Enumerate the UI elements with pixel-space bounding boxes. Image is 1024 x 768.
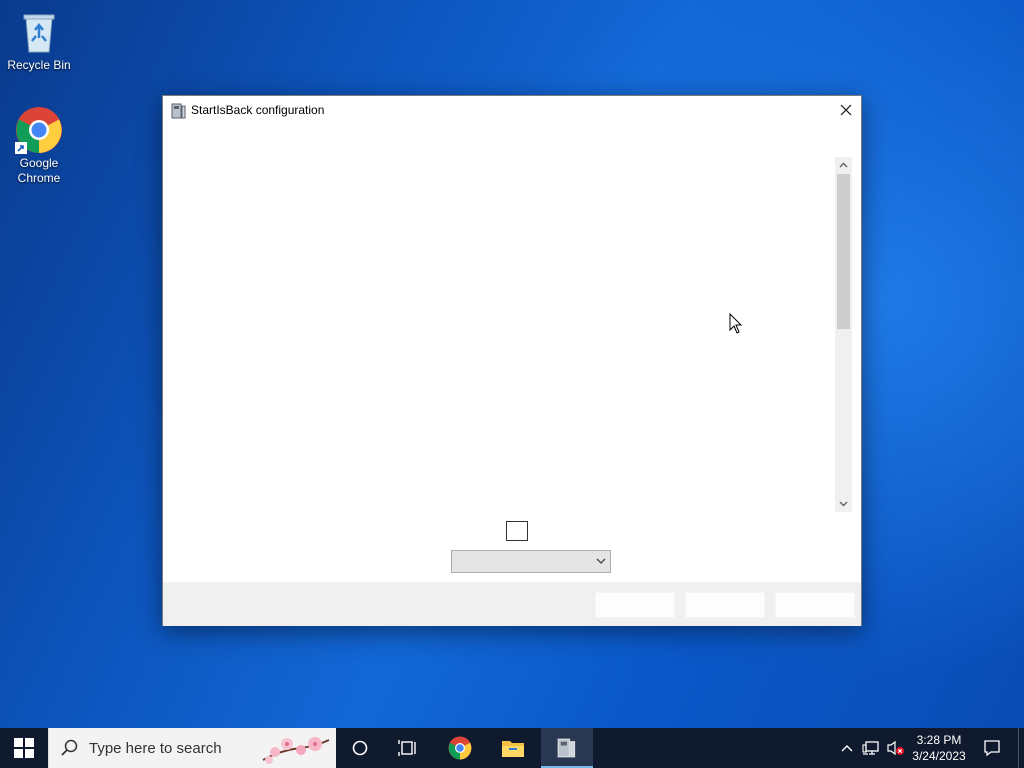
taskbar-startisback-config[interactable] [541,728,593,768]
windows-logo-icon [14,738,34,758]
scroll-down-button[interactable] [835,496,852,512]
scrollbar-thumb[interactable] [837,174,850,329]
chevron-up-icon [841,745,853,752]
task-view-icon [398,740,416,756]
tray-network[interactable] [860,728,882,768]
show-desktop-button[interactable] [1018,728,1024,768]
tray-volume[interactable] [884,728,906,768]
cortana-icon [352,740,368,756]
cherry-blossom-icon [262,737,330,764]
chevron-down-icon [596,558,606,564]
recycle-bin-icon [15,8,63,56]
window-titlebar[interactable]: StartIsBack configuration [163,96,861,126]
cortana-button[interactable] [336,728,384,768]
startisback-config-window: StartIsBack configuration [162,95,862,626]
search-placeholder: Type here to search [89,740,222,757]
dropdown-select[interactable] [451,550,611,573]
file-explorer-icon [502,741,524,757]
desktop-icon-google-chrome[interactable]: Google Chrome [1,106,77,186]
close-button[interactable] [831,96,861,124]
window-footer [163,582,861,626]
footer-button-3[interactable] [775,592,855,618]
clock-date: 3/24/2023 [912,749,966,763]
start-button[interactable] [0,728,48,768]
chrome-icon [448,736,472,760]
window-title: StartIsBack configuration [191,103,325,117]
volume-muted-icon [887,740,904,756]
scroll-up-button[interactable] [835,157,852,173]
desktop-icon-label: Recycle Bin [7,58,71,72]
tray-clock[interactable]: 3:28 PM 3/24/2023 [908,728,970,768]
footer-button-1[interactable] [595,592,675,618]
checkbox[interactable] [506,521,528,541]
desktop-icon-label: Google Chrome [17,156,61,185]
taskbar-file-explorer[interactable] [489,728,537,768]
network-icon [862,741,879,755]
startisback-config-icon [557,738,576,758]
task-view-button[interactable] [384,728,432,768]
taskbar: Type here to search 3:28 PM 3/24/2023 [0,728,1024,768]
app-icon [171,103,187,119]
notification-icon [984,740,1000,757]
chevron-down-icon [839,501,848,507]
clock-time: 3:28 PM [916,733,962,747]
shortcut-arrow-icon [15,142,27,154]
tray-overflow-button[interactable] [836,728,858,768]
chrome-icon [15,106,63,154]
close-icon [840,104,852,116]
vertical-scrollbar[interactable] [835,157,852,512]
taskbar-search-box[interactable]: Type here to search [48,728,336,768]
action-center-button[interactable] [976,728,1008,768]
search-icon [61,739,78,756]
chevron-up-icon [839,162,848,168]
footer-button-2[interactable] [685,592,765,618]
taskbar-chrome[interactable] [436,728,484,768]
desktop-icon-recycle-bin[interactable]: Recycle Bin [1,8,77,73]
